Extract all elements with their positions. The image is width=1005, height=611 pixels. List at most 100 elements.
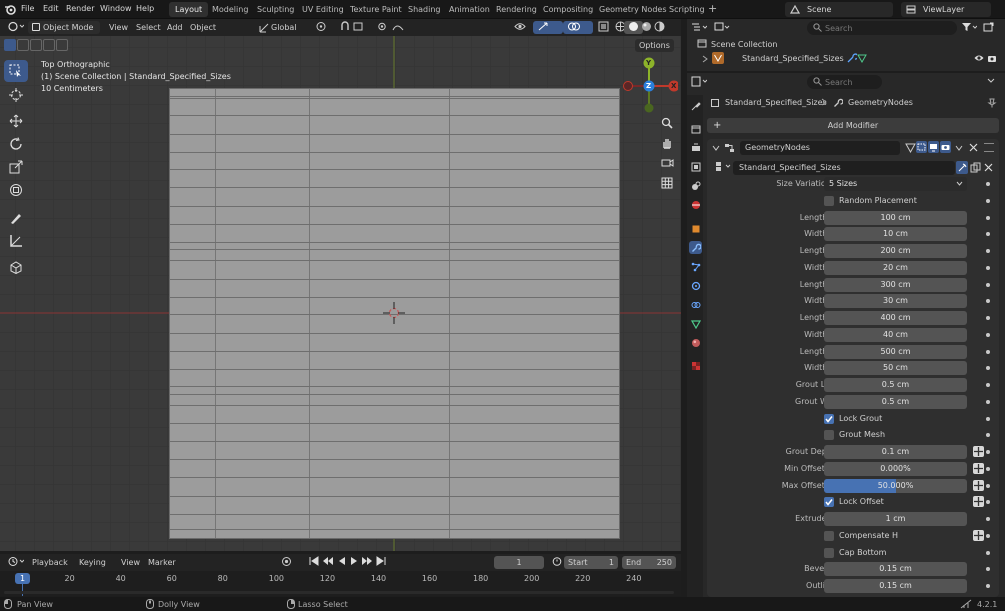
material-tab-icon[interactable]	[689, 336, 702, 349]
tab-scripting[interactable]: Scripting	[663, 2, 711, 17]
camera-view-icon[interactable]	[657, 154, 677, 172]
texture-tab-icon[interactable]	[689, 359, 702, 372]
tab-shading[interactable]: Shading	[402, 2, 447, 17]
keyframe-dot-icon[interactable]	[986, 316, 990, 320]
number-field[interactable]: 30 cm	[824, 294, 967, 309]
node-group-icon[interactable]	[715, 161, 731, 172]
transform-orientation-dropdown[interactable]: Global	[257, 21, 301, 34]
playhead[interactable]: 1	[15, 573, 30, 584]
pivot-point-icon[interactable]	[312, 21, 338, 34]
number-field[interactable]: 0.15 cm	[824, 579, 967, 593]
breadcrumb-object[interactable]: Standard_Specified_Sizes	[725, 98, 827, 107]
slider-field[interactable]: 50.000%	[824, 478, 967, 493]
fake-user-icon[interactable]	[956, 161, 968, 174]
input-socket-toggle-icon[interactable]	[973, 462, 984, 474]
perspective-toggle-icon[interactable]	[657, 174, 677, 192]
add-workspace-icon[interactable]: +	[708, 3, 717, 14]
input-socket-toggle-icon[interactable]	[973, 479, 984, 491]
dropdown-field[interactable]: 5 Sizes	[824, 177, 967, 191]
jump-end-icon[interactable]	[372, 556, 390, 569]
eye-visibility-icon[interactable]	[974, 54, 984, 62]
start-frame-field[interactable]: Start 1	[564, 556, 618, 569]
keyframe-dot-icon[interactable]	[986, 517, 990, 521]
new-collection-icon[interactable]	[983, 22, 994, 32]
drag-handle-icon[interactable]	[984, 143, 994, 152]
keyframe-dot-icon[interactable]	[986, 416, 990, 421]
number-field[interactable]: 200 cm	[824, 244, 967, 258]
number-field[interactable]: 100 cm	[824, 210, 967, 225]
object-tab-icon[interactable]	[689, 222, 702, 235]
output-tab-icon[interactable]	[689, 141, 702, 154]
keyframe-dot-icon[interactable]	[986, 182, 990, 186]
number-field[interactable]: 0.1 cm	[824, 445, 967, 459]
tab-sculpting[interactable]: Sculpting	[251, 2, 300, 17]
checkbox[interactable]	[824, 195, 834, 206]
timeline-editor-type-icon[interactable]	[4, 556, 28, 569]
proportional-editing-icon[interactable]	[373, 21, 409, 34]
render-tab-icon[interactable]	[689, 122, 702, 135]
number-field[interactable]: 20 cm	[824, 260, 967, 275]
keyframe-dot-icon[interactable]	[986, 232, 990, 237]
keyframe-dot-icon[interactable]	[986, 349, 990, 354]
select-extend-icon[interactable]	[17, 39, 29, 51]
breadcrumb-modifier[interactable]: GeometryNodes	[848, 98, 913, 107]
node-group-field[interactable]: Standard_Specified_Sizes	[733, 161, 955, 175]
duplicate-icon[interactable]	[970, 162, 981, 173]
keyframe-dot-icon[interactable]	[986, 282, 990, 287]
collapse-arrow-icon[interactable]	[712, 145, 720, 151]
scene-collection-label[interactable]: Scene Collection	[711, 40, 778, 49]
keyframe-dot-icon[interactable]	[986, 249, 990, 253]
render-toggle-icon[interactable]	[940, 141, 951, 153]
gizmo-toggle-icon[interactable]	[533, 21, 563, 34]
cage-toggle-icon[interactable]	[916, 141, 927, 153]
scene-tab-icon[interactable]	[689, 179, 702, 192]
mesh-data-icon[interactable]	[857, 53, 867, 63]
menu-timeline-view[interactable]: View	[117, 556, 144, 569]
pan-hand-icon[interactable]	[657, 134, 677, 152]
select-subtract-icon[interactable]	[30, 39, 42, 51]
particles-tab-icon[interactable]	[689, 260, 702, 273]
keyframe-dot-icon[interactable]	[986, 399, 990, 404]
tool-tab-icon[interactable]	[689, 99, 702, 112]
checkbox[interactable]	[824, 413, 834, 424]
camera-render-icon[interactable]	[987, 53, 997, 63]
timeline-scrollbar[interactable]	[4, 591, 674, 594]
scale-tool[interactable]	[4, 156, 28, 178]
number-field[interactable]: 40 cm	[824, 327, 967, 342]
checkbox[interactable]	[824, 547, 834, 558]
rotate-tool[interactable]	[4, 133, 28, 155]
modifier-wrench-icon[interactable]	[847, 53, 857, 63]
select-box-tool[interactable]	[4, 60, 28, 82]
keyframe-dot-icon[interactable]	[986, 198, 990, 203]
tab-geometry-nodes[interactable]: Geometry Nodes	[593, 2, 672, 17]
expand-arrow-icon[interactable]	[702, 55, 708, 63]
blender-logo-icon[interactable]	[4, 3, 16, 15]
overlays-toggle-icon[interactable]	[563, 21, 593, 34]
tab-rendering[interactable]: Rendering	[490, 2, 543, 17]
options-dropdown[interactable]: Options	[635, 39, 674, 52]
keyframe-dot-icon[interactable]	[986, 584, 990, 588]
input-socket-toggle-icon[interactable]	[973, 529, 984, 541]
keyframe-dot-icon[interactable]	[986, 265, 990, 270]
input-socket-toggle-icon[interactable]	[973, 446, 984, 457]
keyframe-dot-icon[interactable]	[986, 215, 990, 220]
number-field[interactable]: 0.000%	[824, 461, 967, 476]
add-modifier-button[interactable]: + Add Modifier	[707, 118, 999, 133]
number-field[interactable]: 0.5 cm	[824, 394, 967, 409]
tab-layout[interactable]: Layout	[169, 2, 209, 17]
keyframe-dot-icon[interactable]	[986, 332, 990, 337]
pin-icon[interactable]	[987, 98, 997, 108]
keyframe-dot-icon[interactable]	[986, 450, 990, 454]
keyframe-dot-icon[interactable]	[986, 366, 990, 371]
number-field[interactable]: 300 cm	[824, 277, 967, 292]
menu-file[interactable]: File	[21, 4, 34, 13]
menu-select[interactable]: Select	[132, 21, 165, 34]
remove-modifier-icon[interactable]	[969, 143, 978, 152]
tab-compositing[interactable]: Compositing	[537, 2, 599, 17]
checkbox[interactable]	[824, 497, 834, 508]
view-layer-tab-icon[interactable]	[689, 160, 702, 173]
measure-tool[interactable]	[4, 230, 28, 252]
number-field[interactable]: 10 cm	[824, 227, 967, 242]
data-tab-icon[interactable]	[689, 317, 702, 330]
add-cube-tool[interactable]	[4, 256, 28, 278]
